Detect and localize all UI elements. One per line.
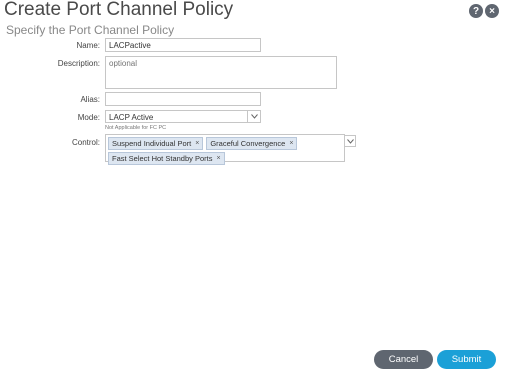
alias-input[interactable]: [105, 92, 261, 106]
control-tag-suspend-individual-port: Suspend Individual Port ×: [108, 137, 204, 150]
mode-select[interactable]: LACP Active: [105, 110, 261, 123]
description-label: Description:: [57, 59, 100, 68]
control-tag-fast-select-hot-standby-ports: Fast Select Hot Standby Ports ×: [108, 152, 225, 165]
mode-select-value: LACP Active: [109, 113, 154, 122]
tag-remove-icon[interactable]: ×: [216, 155, 220, 162]
tag-remove-icon[interactable]: ×: [289, 140, 293, 147]
control-dropdown-chevron-icon[interactable]: [344, 135, 356, 147]
tag-remove-icon[interactable]: ×: [195, 140, 199, 147]
alias-label: Alias:: [80, 95, 100, 104]
control-label: Control:: [71, 138, 100, 147]
close-icon[interactable]: ×: [485, 4, 499, 18]
name-label: Name:: [76, 41, 100, 50]
cancel-button[interactable]: Cancel: [374, 350, 433, 369]
help-icon[interactable]: ?: [469, 4, 483, 18]
mode-helper-text: Not Applicable for FC PC: [105, 125, 167, 131]
create-port-channel-policy-dialog: Create Port Channel Policy Specify the P…: [0, 0, 505, 375]
dialog-title: Create Port Channel Policy: [4, 0, 234, 20]
control-tags: Suspend Individual Port × Graceful Conve…: [108, 137, 318, 165]
description-field[interactable]: [105, 56, 337, 89]
control-tag-graceful-convergence: Graceful Convergence ×: [206, 137, 298, 150]
submit-button[interactable]: Submit: [437, 350, 496, 369]
mode-label: Mode:: [77, 113, 100, 122]
header-icons: ? ×: [469, 4, 499, 18]
control-multiselect[interactable]: Suspend Individual Port × Graceful Conve…: [105, 134, 345, 165]
name-input[interactable]: [105, 38, 261, 52]
dialog-subtitle: Specify the Port Channel Policy: [6, 23, 175, 37]
chevron-down-icon: [247, 111, 260, 122]
